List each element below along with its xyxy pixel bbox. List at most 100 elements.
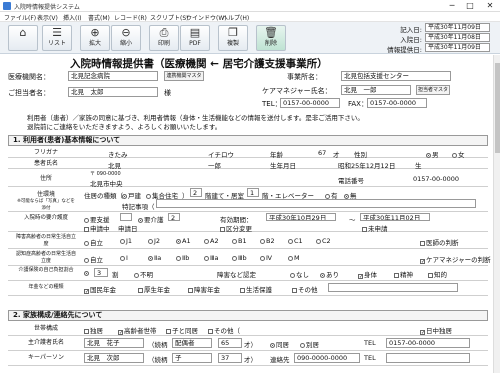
menu-file[interactable]: ファイル(F) [4,13,36,22]
title-bar: 入院時情報提供システム ─ □ ✕ [0,0,500,12]
care-need-radio[interactable]: 要介護 [138,214,164,224]
ninchi-6[interactable]: Ⅳ [260,254,272,262]
print-button[interactable]: ⎙ 印刷 [149,25,179,51]
menu-view[interactable]: 表示(V) [37,13,58,22]
cm-field[interactable]: 北見 一郎 [341,85,411,95]
minimize-icon[interactable]: ─ [444,0,460,12]
ninchi-3[interactable]: Ⅱb [176,254,189,262]
child-check[interactable]: 子と同居 [166,325,198,335]
support-level-field[interactable] [120,213,132,221]
key-name-field[interactable]: 北見 次郎 [84,353,144,363]
intel-check[interactable]: 知的 [428,269,447,279]
key-rel-field[interactable]: 子 [172,353,212,363]
valid-to-field[interactable]: 平成30年11月02日 [360,213,430,221]
pension-other-field[interactable] [328,283,458,292]
menu-window[interactable]: ウインドウ(W) [186,13,227,22]
cohab-radio[interactable]: 同居 [270,339,289,349]
info-date-field[interactable]: 平成30年11月09日 [425,43,490,52]
sep-radio[interactable]: 別居 [300,339,319,349]
jiritsu-lv-3[interactable]: A1 [176,237,191,245]
ninchi-0[interactable]: 自立 [84,254,103,264]
menu-format[interactable]: 書式(M) [88,13,110,22]
phone-field[interactable]: 0157-00-0000 [413,175,459,183]
pension-2[interactable]: 障害年金 [188,284,220,294]
key-tel2-field[interactable] [386,353,470,363]
burden-radio[interactable] [84,269,90,277]
pension-3[interactable]: 生活保護 [240,284,272,294]
menu-insert[interactable]: 挿入(I) [63,13,81,22]
checkbox-icon [292,288,297,293]
pension-4[interactable]: その他 [292,284,318,294]
alone-check[interactable]: 独居 [84,325,103,335]
vertical-scrollbar[interactable] [493,55,500,373]
hospital-master-button[interactable]: 連携機関マスタ [164,71,204,81]
list-button[interactable]: ☰ リスト [42,25,72,51]
duplicate-button[interactable]: ❐ 複製 [218,25,248,51]
contact-field[interactable]: 北見 太郎 [68,87,158,97]
age-field[interactable]: 67 [318,149,326,157]
pension-0[interactable]: 国民年金 [84,284,116,294]
cm-master-button[interactable]: 担当者マスタ [416,85,450,95]
kp-tel-field[interactable]: 0157-00-0000 [386,338,470,348]
checkbox-icon [240,288,245,293]
body-check[interactable]: 身体 [358,269,377,279]
menu-bar: ファイル(F) 表示(V) 挿入(I) 書式(M) レコード(R) スクリプト(… [0,12,500,22]
floor-field[interactable]: 2 [190,188,202,197]
room-floor-field[interactable]: 1 [247,188,259,197]
doctor-check[interactable]: 医師の判断 [420,237,459,247]
mental-check[interactable]: 精神 [394,269,413,279]
burden-unknown-radio[interactable]: 不明 [134,269,153,279]
scroll-thumb[interactable] [495,63,500,153]
disability-yes-radio[interactable]: あり [320,269,339,279]
home-button[interactable]: ⌂ [8,25,38,51]
menu-record[interactable]: レコード(R) [114,13,147,22]
hospital-field[interactable]: 北見記念病院 [68,71,158,81]
jiritsu-lv-4[interactable]: A2 [204,237,219,245]
kodate-radio[interactable]: 戸建 [122,190,141,200]
zoom-in-button[interactable]: ⊕ 拡大 [80,25,110,51]
elderly-check[interactable]: 高齢者世帯 [118,325,157,335]
jiritsu-lv-1[interactable]: J1 [120,237,132,245]
address-row: 住所 〒 090-0000 北見市中央 電話番号 0157-00-0000 [8,169,488,188]
valid-from-field[interactable]: 平成30年10月29日 [266,213,336,221]
pdf-button[interactable]: ▤ PDF [180,25,210,51]
other-check[interactable]: その他（ [208,325,240,335]
maximize-icon[interactable]: □ [462,0,478,12]
jiritsu-lv-2[interactable]: J2 [148,237,160,245]
kp-age-field[interactable]: 65 [218,338,242,348]
menu-script[interactable]: スクリプト(S) [150,13,189,22]
kp-rel-field[interactable]: 配偶者 [172,338,212,348]
ninchi-2[interactable]: Ⅱa [148,254,161,262]
jiritsu-lv-0[interactable]: 自立 [84,237,103,247]
jiritsu-lv-5[interactable]: B1 [232,237,247,245]
disability-none-radio[interactable]: なし [290,269,309,279]
jiritsu-lv-7[interactable]: C1 [288,237,303,245]
entry-date-field[interactable]: 平成30年11月09日 [425,23,490,32]
ninchi-7[interactable]: M [288,254,300,262]
cm-judge-check[interactable]: ケアマネジャーの判断 [420,254,491,264]
special-field[interactable] [156,199,476,208]
pension-1[interactable]: 厚生年金 [138,284,170,294]
jiritsu-lv-8[interactable]: C2 [316,237,331,245]
daytime-check[interactable]: 日中独居 [420,325,452,335]
ninchi-4[interactable]: Ⅲa [204,254,218,262]
need-level-field[interactable]: 2 [168,213,180,221]
key-age-field[interactable]: 37 [218,353,242,363]
ninchi-5[interactable]: Ⅲb [232,254,247,262]
kp-name-field[interactable]: 北見 花子 [84,338,144,348]
ninchi-1[interactable]: Ⅰ [120,254,128,262]
key-tel-field[interactable]: 090-0000-0000 [294,353,360,363]
menu-help[interactable]: ヘルプ(H) [222,13,249,22]
office-field[interactable]: 北見包括支援センター [341,71,451,81]
hosp-date-field[interactable]: 平成30年11月08日 [425,33,490,42]
burden-field[interactable]: 3 [94,268,108,277]
fax-field[interactable]: 0157-00-0000 [367,98,427,108]
close-icon[interactable]: ✕ [482,0,498,12]
zoom-out-button[interactable]: ⊖ 縮小 [111,25,141,51]
jiritsu-lv-6[interactable]: B2 [260,237,275,245]
burden-row: 介護保険の自己負担割合 3 割 不明 障害など認定 なし あり 身体 精神 知的 [8,266,488,281]
checkbox-icon [188,288,193,293]
tel-field[interactable]: 0157-00-0000 [280,98,340,108]
dementia-row: 障害高齢者の日常生活自立度 自立 J1 J2 A1 A2 B1 B2 C1 C2… [8,232,488,249]
delete-button[interactable]: 🗑 削除 [256,25,286,51]
